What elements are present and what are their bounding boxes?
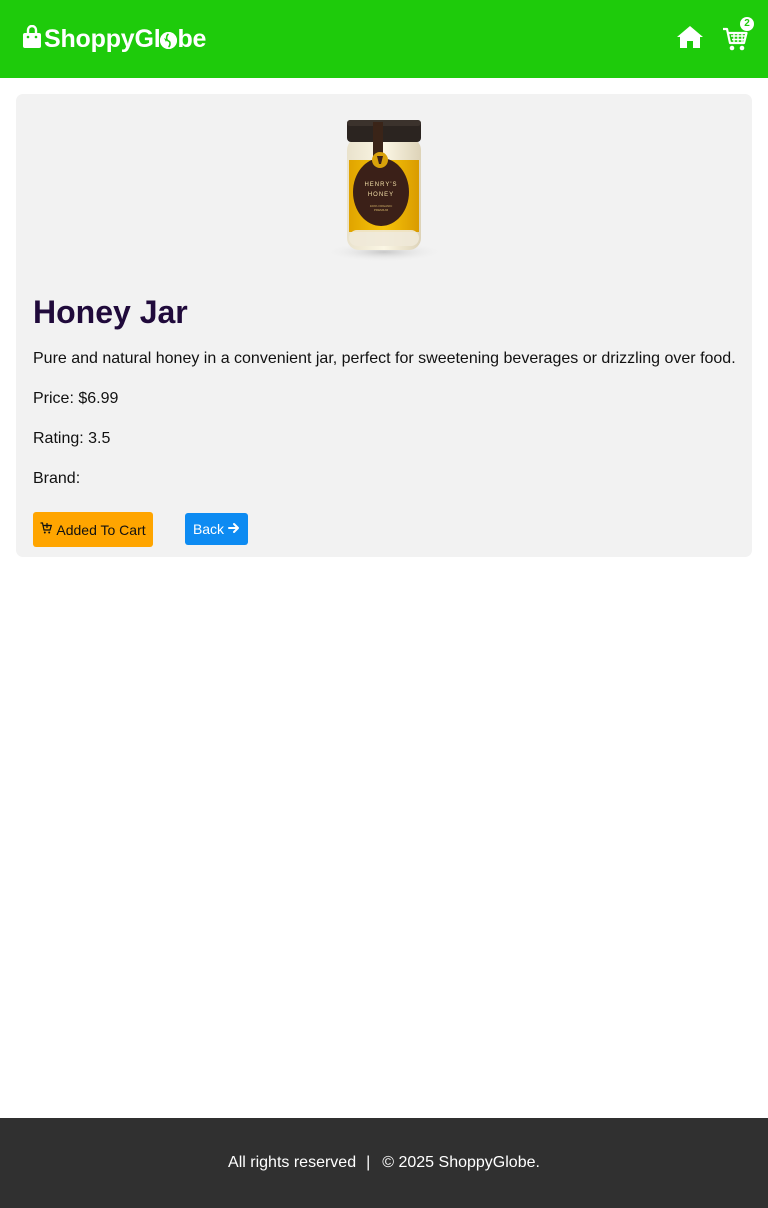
svg-text:HENRY'S: HENRY'S: [364, 182, 397, 188]
product-rating: Rating: 3.5: [33, 430, 111, 447]
logo-text-part1: ShoppyGl: [44, 24, 161, 53]
product-title: Honey Jar: [33, 294, 188, 330]
globe-icon: [160, 31, 178, 49]
added-to-cart-label: Added To Cart: [56, 521, 146, 538]
footer-rights: All rights reserved: [228, 1154, 357, 1171]
added-to-cart-button[interactable]: Added To Cart: [33, 512, 153, 547]
cart-link[interactable]: 2: [722, 17, 754, 53]
footer-separator: |: [366, 1154, 371, 1171]
product-brand: Brand:: [33, 470, 81, 487]
product-card: HENRY'S HONEY 100% ORGANIC PREMIUM Honey…: [16, 94, 752, 557]
svg-text:HONEY: HONEY: [368, 192, 394, 198]
home-link[interactable]: [676, 25, 704, 54]
product-image: HENRY'S HONEY 100% ORGANIC PREMIUM: [324, 120, 444, 262]
footer-copyright: © 2025 ShoppyGlobe.: [382, 1154, 540, 1171]
header: ShoppyGl be 2: [0, 0, 768, 78]
shopping-bag-icon: [23, 25, 41, 48]
back-label: Back: [192, 521, 225, 537]
svg-text:PREMIUM: PREMIUM: [374, 208, 389, 212]
header-nav: 2: [676, 17, 754, 54]
product-price: Price: $6.99: [33, 390, 119, 407]
logo-link[interactable]: ShoppyGl be: [22, 24, 207, 53]
back-button[interactable]: Back: [185, 513, 248, 545]
cart-check-icon: [40, 521, 53, 533]
logo-text: ShoppyGl be: [44, 24, 207, 53]
product-description: Pure and natural honey in a convenient j…: [33, 350, 736, 367]
logo-text-part2: be: [177, 24, 207, 53]
page: ShoppyGl be 2 HENRY'S HONEY 100% ORGANIC…: [0, 0, 768, 1208]
footer: All rights reserved | © 2025 ShoppyGlobe…: [0, 1118, 768, 1208]
cart-count-badge: 2: [740, 17, 754, 31]
arrow-right-icon: [228, 523, 240, 533]
home-icon: [677, 25, 703, 48]
